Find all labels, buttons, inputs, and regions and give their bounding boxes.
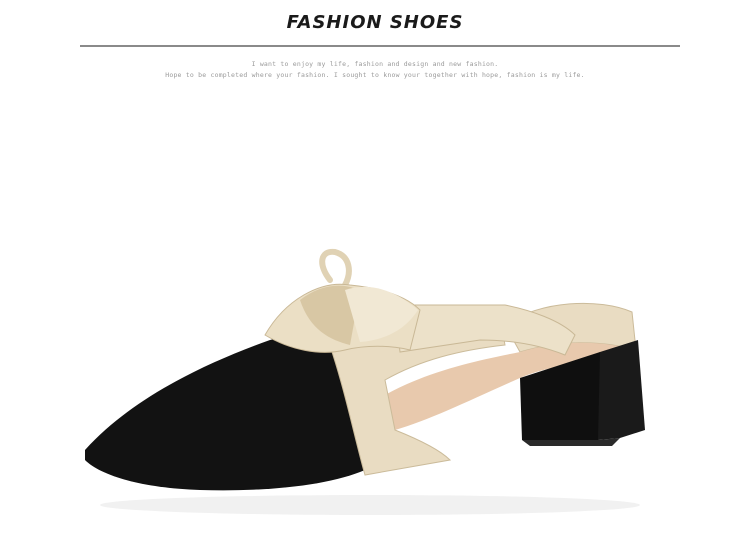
shoe-illustration	[85, 248, 645, 515]
page-header: FASHION SHOES I want to enjoy my life, f…	[0, 0, 750, 90]
tagline-line-1: I want to enjoy my life, fashion and des…	[251, 60, 499, 68]
header-divider	[80, 45, 680, 47]
product-image	[0, 90, 750, 531]
ground-shadow	[100, 495, 640, 515]
page-title: FASHION SHOES	[286, 12, 464, 33]
tagline-line-2: Hope to be completed where your fashion.…	[165, 71, 585, 79]
suede-toe-cap	[85, 336, 365, 491]
bow-loop	[319, 248, 352, 288]
